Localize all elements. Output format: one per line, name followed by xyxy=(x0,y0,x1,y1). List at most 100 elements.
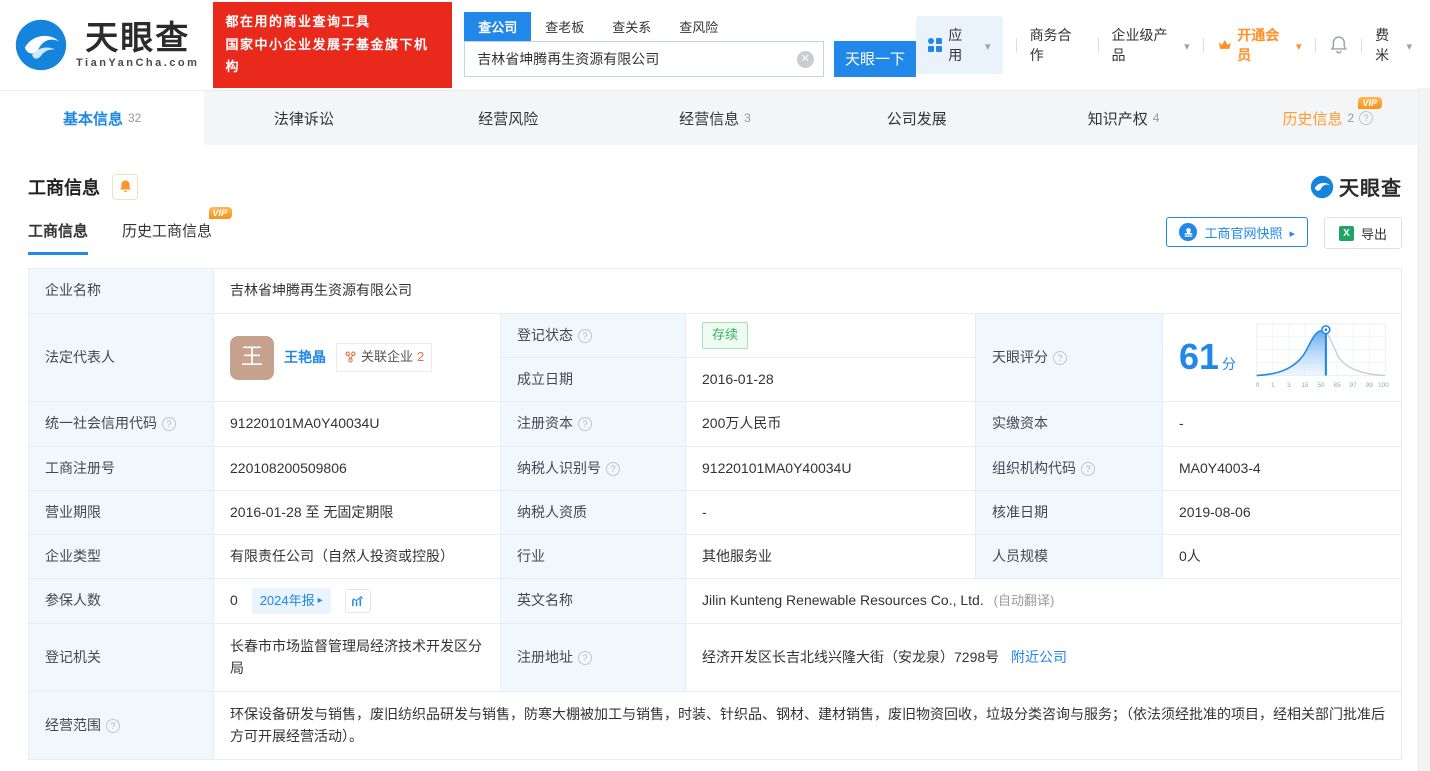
brand-slogan-banner: 都在用的商业查询工具 国家中小企业发展子基金旗下机构 xyxy=(213,2,452,88)
established-label: 成立日期 xyxy=(501,358,686,402)
legal-rep-cell: 王 王艳晶 关联企业 2 xyxy=(214,314,501,402)
tab-history-info[interactable]: VIP 历史信息2 xyxy=(1226,91,1430,145)
tab-legal-proceedings[interactable]: 法律诉讼 xyxy=(204,91,408,145)
annual-report-link[interactable]: 2024年报 xyxy=(252,588,331,614)
legal-rep-label: 法定代表人 xyxy=(29,314,214,402)
crown-icon xyxy=(1217,37,1233,53)
tab-company-development[interactable]: 公司发展 xyxy=(817,91,1021,145)
help-icon[interactable] xyxy=(106,719,120,733)
user-menu[interactable]: 费米 xyxy=(1375,25,1412,65)
menu-business-cooperation[interactable]: 商务合作 xyxy=(1030,25,1085,65)
section-title: 工商信息 xyxy=(28,174,100,200)
tianyancha-logo[interactable]: 天眼查 TianYanCha.com xyxy=(14,18,199,72)
english-name-cell: Jilin Kunteng Renewable Resources Co., L… xyxy=(686,579,1402,624)
address-label: 注册地址 xyxy=(501,624,686,692)
apps-grid-icon xyxy=(928,38,942,52)
registry-label: 登记机关 xyxy=(29,624,214,692)
tab-operational-risk[interactable]: 经营风险 xyxy=(409,91,613,145)
help-icon[interactable] xyxy=(606,462,620,476)
approval-date-value: 2019-08-06 xyxy=(1163,491,1402,535)
org-code-value: MA0Y4003-4 xyxy=(1163,447,1402,491)
business-info-table: 企业名称 吉林省坤腾再生资源有限公司 法定代表人 王 王艳晶 xyxy=(28,268,1402,760)
brand-name: 天眼查 xyxy=(85,21,190,54)
top-header: 天眼查 TianYanCha.com 都在用的商业查询工具 国家中小企业发展子基… xyxy=(0,0,1430,90)
industry-value: 其他服务业 xyxy=(686,535,976,579)
table-row: 登记机关 长春市市场监督管理局经济技术开发区分局 注册地址 经济开发区长吉北线兴… xyxy=(29,624,1402,692)
business-scope-label: 经营范围 xyxy=(29,692,214,760)
reg-status-label: 登记状态 xyxy=(501,314,686,358)
help-icon[interactable] xyxy=(1081,462,1095,476)
chevron-down-icon xyxy=(1292,37,1302,53)
svg-text:3: 3 xyxy=(1287,382,1291,389)
table-row: 统一社会信用代码 91220101MA0Y40034U 注册资本 200万人民币… xyxy=(29,402,1402,447)
score-label: 天眼评分 xyxy=(976,314,1163,402)
watermark-logo: 天眼查 xyxy=(1310,172,1402,201)
arrow-right-icon xyxy=(1289,225,1295,240)
search-tab-company[interactable]: 查公司 xyxy=(464,12,531,41)
staff-size-label: 人员规模 xyxy=(976,535,1163,579)
brand-domain: TianYanCha.com xyxy=(76,57,199,69)
trend-chart-button[interactable] xyxy=(345,589,371,613)
score-unit: 分 xyxy=(1222,356,1236,372)
subtab-business-registration[interactable]: 工商信息 xyxy=(28,220,88,255)
table-row: 经营范围 环保设备研发与销售，废旧纺织品研发与销售，防寒大棚被加工与销售，时装、… xyxy=(29,692,1402,760)
slogan-line1: 都在用的商业查询工具 xyxy=(225,11,440,34)
tab-basic-info[interactable]: 基本信息32 xyxy=(0,91,204,145)
search-tab-boss[interactable]: 查老板 xyxy=(531,12,598,41)
apps-menu-button[interactable]: 应用 xyxy=(916,16,1002,74)
search-tabs: 查公司 查老板 查关系 查风险 xyxy=(464,14,916,41)
chevron-down-icon xyxy=(1180,37,1190,53)
help-icon[interactable] xyxy=(578,417,592,431)
tab-business-info[interactable]: 经营信息3 xyxy=(613,91,817,145)
related-companies-button[interactable]: 关联企业 2 xyxy=(336,343,432,371)
official-snapshot-button[interactable]: 工商官网快照 xyxy=(1166,217,1308,247)
help-icon[interactable] xyxy=(1359,111,1373,125)
paid-capital-value: - xyxy=(1163,402,1402,447)
legal-rep-link[interactable]: 王艳晶 xyxy=(284,347,326,369)
search-button[interactable]: 天眼一下 xyxy=(834,41,917,77)
table-row: 企业类型 有限责任公司（自然人投资或控股） 行业 其他服务业 人员规模 0人 xyxy=(29,535,1402,579)
slogan-line2: 国家中小企业发展子基金旗下机构 xyxy=(225,34,440,80)
clear-search-icon[interactable] xyxy=(797,51,814,68)
nearby-companies-link[interactable]: 附近公司 xyxy=(1011,649,1067,665)
help-icon[interactable] xyxy=(578,651,592,665)
vip-badge: VIP xyxy=(1358,97,1382,109)
status-badge: 存续 xyxy=(702,322,748,348)
subscribe-bell-button[interactable] xyxy=(112,174,138,200)
taxpayer-quality-value: - xyxy=(686,491,976,535)
main-content: 工商信息 天眼查 工商信息 VIP 历史工商信息 xyxy=(0,172,1430,760)
menu-enterprise-products[interactable]: 企业级产品 xyxy=(1112,25,1190,65)
help-icon[interactable] xyxy=(162,417,176,431)
insured-cell: 0 2024年报 xyxy=(214,579,501,624)
auto-translate-note: (自动翻译) xyxy=(994,593,1055,608)
table-row: 法定代表人 王 王艳晶 关联企业 xyxy=(29,314,1402,358)
section-header: 工商信息 天眼查 xyxy=(28,172,1402,201)
search-tab-risk[interactable]: 查风险 xyxy=(665,12,732,41)
export-button[interactable]: 导出 xyxy=(1324,217,1402,249)
help-icon[interactable] xyxy=(578,329,592,343)
svg-text:97: 97 xyxy=(1350,382,1358,389)
company-type-label: 企业类型 xyxy=(29,535,214,579)
tab-intellectual-property[interactable]: 知识产权4 xyxy=(1021,91,1225,145)
company-nav-tabs: 基本信息32 法律诉讼 经营风险 经营信息3 公司发展 知识产权4 VIP 历史… xyxy=(0,90,1430,145)
company-type-value: 有限责任公司（自然人投资或控股） xyxy=(214,535,501,579)
chart-x-axis: 0 1 3 15 50 85 97 99 100 xyxy=(1256,382,1389,389)
search-tab-relation[interactable]: 查关系 xyxy=(598,12,665,41)
help-icon[interactable] xyxy=(1053,351,1067,365)
avatar[interactable]: 王 xyxy=(230,336,274,380)
org-code-label: 组织机构代码 xyxy=(976,447,1163,491)
notification-bell-icon[interactable] xyxy=(1329,35,1349,55)
industry-label: 行业 xyxy=(501,535,686,579)
search-input[interactable] xyxy=(465,42,823,76)
established-value: 2016-01-28 xyxy=(686,358,976,402)
open-vip-button[interactable]: 开通会员 xyxy=(1217,25,1302,65)
username: 费米 xyxy=(1375,25,1402,65)
score-cell: 61分 xyxy=(1163,314,1402,402)
scrollbar[interactable] xyxy=(1418,88,1430,771)
svg-text:15: 15 xyxy=(1301,382,1309,389)
svg-text:1: 1 xyxy=(1271,382,1275,389)
business-term-label: 营业期限 xyxy=(29,491,214,535)
subtab-history-registration[interactable]: VIP 历史工商信息 xyxy=(122,220,212,255)
score-distribution-chart[interactable]: 0 1 3 15 50 85 97 99 100 xyxy=(1252,320,1390,396)
insured-label: 参保人数 xyxy=(29,579,214,624)
